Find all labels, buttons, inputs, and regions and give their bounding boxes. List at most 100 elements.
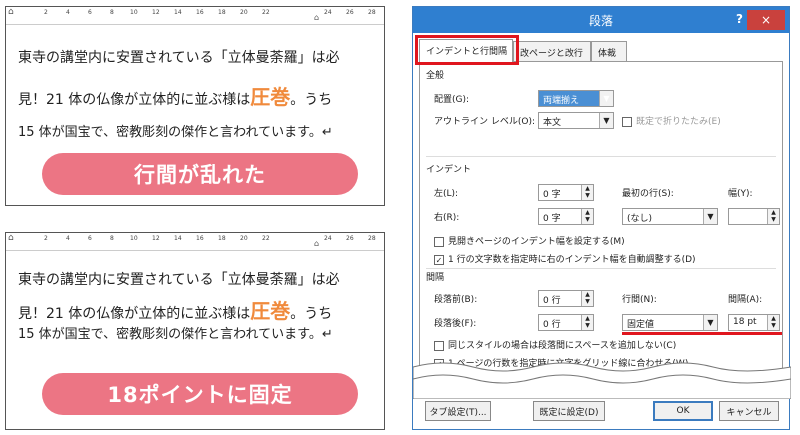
ruler-tick: 14 — [174, 235, 182, 242]
divider — [426, 268, 776, 269]
ok-button[interactable]: OK — [653, 401, 713, 421]
divider — [426, 156, 776, 157]
ruler-tick: 18 — [218, 235, 226, 242]
ruler-tick: 6 — [88, 235, 92, 242]
checkbox-box — [434, 340, 444, 351]
section-spacing: 間隔 — [426, 273, 445, 283]
spinner-arrows-icon[interactable]: ▲ ▼ — [581, 315, 593, 330]
spinner-arrows-icon[interactable]: ▲ ▼ — [767, 315, 779, 330]
ruler-tick: 12 — [152, 235, 160, 242]
ruler-tick: 24 — [324, 9, 332, 16]
line-spacing-select[interactable]: 固定値 ▼ — [622, 314, 718, 331]
chevron-down-icon: ▼ — [703, 315, 717, 330]
set-default-button[interactable]: 既定に設定(D) — [533, 401, 605, 421]
ruler: ⌂ 2 4 6 8 10 12 14 16 18 20 22 24 26 28 … — [6, 233, 384, 251]
doc-text: 見！21 体の仏像が立体的に並ぶ様は — [18, 306, 251, 322]
indent-marker-icon[interactable]: ⌂ — [8, 7, 14, 17]
dialog-title-bar[interactable]: 段落 — [413, 7, 789, 33]
cancel-button[interactable]: キャンセル — [719, 401, 779, 421]
ruler-tick: 6 — [88, 9, 92, 16]
caption-badge: 18ポイントに固定 — [42, 373, 358, 415]
emphasis-text: 圧巻 — [250, 299, 291, 323]
collapse-default-label: 既定で折りたたみ(E) — [636, 117, 721, 127]
ruler-tick: 26 — [346, 235, 354, 242]
spinner-arrows-icon[interactable]: ▲ ▼ — [767, 209, 779, 224]
ruler-tick: 22 — [262, 235, 270, 242]
spinner-arrows-icon[interactable]: ▲ ▼ — [581, 209, 593, 224]
right-indent-marker-icon[interactable]: ⌂ — [314, 239, 319, 248]
alignment-value: 両端揃え — [543, 96, 580, 106]
spacing-at-value: 18 pt — [733, 317, 757, 327]
highlight-underline — [622, 332, 782, 335]
ruler-tick: 26 — [346, 9, 354, 16]
first-line-select[interactable]: (なし) ▼ — [622, 208, 718, 225]
ruler-tick: 2 — [44, 235, 48, 242]
ruler-tick: 2 — [44, 9, 48, 16]
ruler-tick: 4 — [66, 235, 70, 242]
space-before-spinner[interactable]: 0 行 ▲ ▼ — [538, 290, 594, 307]
auto-adjust-indent-checkbox[interactable]: ✓ 1 行の文字数を指定時に右のインデント幅を自動調整する(D) — [434, 252, 696, 265]
ruler-tick: 16 — [196, 235, 204, 242]
document-preview-before: ⌂ 2 4 6 8 10 12 14 16 18 20 22 24 26 28 … — [5, 6, 385, 206]
ruler-tick: 20 — [240, 9, 248, 16]
outline-level-value: 本文 — [543, 118, 562, 128]
ruler-tick: 14 — [174, 9, 182, 16]
section-indent: インデント — [426, 165, 472, 175]
left-indent-label: 左(L): — [434, 189, 459, 199]
left-indent-spinner[interactable]: 0 字 ▲ ▼ — [538, 184, 594, 201]
doc-text: 。うち — [290, 306, 333, 322]
ruler-tick: 8 — [110, 235, 114, 242]
left-indent-value: 0 字 — [543, 190, 561, 200]
ruler-tick: 22 — [262, 9, 270, 16]
ruler-tick: 4 — [66, 9, 70, 16]
no-space-same-style-checkbox[interactable]: 同じスタイルの場合は段落間にスペースを追加しない(C) — [434, 338, 676, 351]
auto-adjust-indent-label: 1 行の文字数を指定時に右のインデント幅を自動調整する(D) — [448, 255, 696, 265]
tab-panel: 全般 配置(G): 両端揃え ▼ アウトライン レベル(O): 本文 ▼ 既定で折り… — [419, 61, 783, 381]
line-spacing-label: 行間(N): — [622, 295, 657, 305]
spacing-at-spinner[interactable]: 18 pt ▲ ▼ — [728, 314, 780, 331]
tabs-button[interactable]: タブ設定(T)... — [425, 401, 491, 421]
paragraph-dialog: 段落 ? × インデントと行間隔 改ページと改行 体裁 全般 配置(G): 両端… — [412, 6, 791, 430]
chevron-down-icon: ▼ — [703, 209, 717, 224]
spinner-arrows-icon[interactable]: ▲ ▼ — [581, 185, 593, 200]
close-button[interactable]: × — [747, 10, 785, 30]
ruler-tick: 20 — [240, 235, 248, 242]
right-indent-marker-icon[interactable]: ⌂ — [314, 13, 319, 22]
ruler-tick: 18 — [218, 9, 226, 16]
first-line-label: 最初の行(S): — [622, 189, 674, 199]
space-before-label: 段落前(B): — [434, 295, 478, 305]
indent-width-spinner[interactable]: ▲ ▼ — [728, 208, 780, 225]
line-spacing-value: 固定値 — [627, 320, 655, 330]
doc-line-1: 東寺の講堂内に安置されている「立体曼荼羅」は必 — [18, 272, 340, 288]
doc-text: 。うち — [290, 92, 333, 108]
collapse-default-checkbox[interactable]: 既定で折りたたみ(E) — [622, 114, 721, 127]
spinner-arrows-icon[interactable]: ▲ ▼ — [581, 291, 593, 306]
first-line-value: (なし) — [627, 214, 653, 224]
indent-marker-icon[interactable]: ⌂ — [8, 233, 14, 243]
tab-typography[interactable]: 体裁 — [591, 41, 627, 61]
mirror-indents-checkbox[interactable]: 見開きページのインデント幅を設定する(M) — [434, 234, 625, 247]
ruler: ⌂ 2 4 6 8 10 12 14 16 18 20 22 24 26 28 … — [6, 7, 384, 25]
doc-line-1: 東寺の講堂内に安置されている「立体曼荼羅」は必 — [18, 50, 340, 66]
alignment-select[interactable]: 両端揃え ▼ — [538, 90, 614, 107]
mirror-indents-label: 見開きページのインデント幅を設定する(M) — [448, 237, 625, 247]
space-after-spinner[interactable]: 0 行 ▲ ▼ — [538, 314, 594, 331]
right-indent-value: 0 字 — [543, 214, 561, 224]
doc-line-3: 15 体が国宝で、密教彫刻の傑作と言われています。↵ — [18, 125, 333, 140]
no-space-same-style-label: 同じスタイルの場合は段落間にスペースを追加しない(C) — [448, 341, 677, 351]
emphasis-text: 圧巻 — [250, 85, 291, 109]
alignment-label: 配置(G): — [434, 95, 470, 105]
doc-line-2: 見！21 体の仏像が立体的に並ぶ様は圧巻。うち — [18, 295, 332, 324]
help-icon[interactable]: ? — [736, 12, 743, 26]
ruler-tick: 16 — [196, 9, 204, 16]
outline-level-select[interactable]: 本文 ▼ — [538, 112, 614, 129]
ruler-tick: 24 — [324, 235, 332, 242]
tab-line-page-breaks[interactable]: 改ページと改行 — [513, 41, 591, 61]
doc-text: 見！21 体の仏像が立体的に並ぶ様は — [18, 92, 251, 108]
ruler-tick: 12 — [152, 9, 160, 16]
right-indent-spinner[interactable]: 0 字 ▲ ▼ — [538, 208, 594, 225]
section-general: 全般 — [426, 71, 445, 81]
space-after-value: 0 行 — [543, 320, 561, 330]
spacing-at-label: 間隔(A): — [728, 295, 763, 305]
right-indent-label: 右(R): — [434, 213, 460, 223]
